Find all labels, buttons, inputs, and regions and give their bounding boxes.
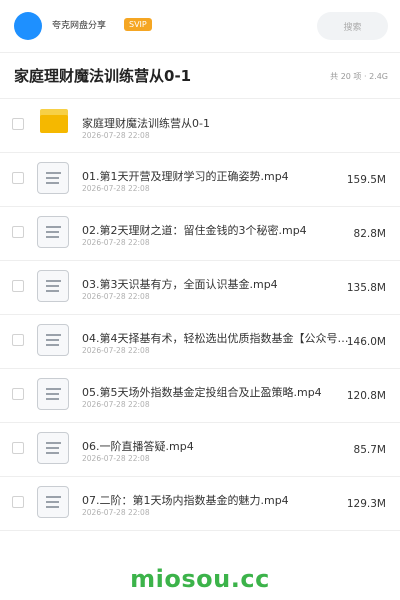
file-row[interactable]: 05.第5天场外指数基金定投组合及止盈策略.mp4 2026-07-28 22:0… (0, 369, 400, 423)
file-size: 135.8M (346, 282, 386, 294)
document-icon (37, 162, 69, 194)
file-name[interactable]: 02.第2天理财之道：留住金钱的3个秘密.mp4 (82, 222, 350, 238)
file-date: 2026-07-28 22:08 (82, 292, 150, 301)
file-name[interactable]: 01.第1天开营及理财学习的正确姿势.mp4 (82, 168, 350, 184)
file-list: 家庭理财魔法训练营从0-1 2026-07-28 22:08 01.第1天开营及理财… (0, 99, 400, 531)
file-date: 2026-07-28 22:08 (82, 508, 150, 517)
file-size: 146.0M (346, 336, 386, 348)
file-date: 2026-07-28 22:08 (82, 400, 150, 409)
row-checkbox[interactable] (12, 172, 24, 184)
file-date: 2026-07-28 22:08 (82, 346, 150, 355)
row-checkbox[interactable] (12, 226, 24, 238)
file-row[interactable]: 03.第3天识基有方，全面认识基金.mp4 2026-07-28 22:08 135… (0, 261, 400, 315)
folder-row[interactable]: 家庭理财魔法训练营从0-1 2026-07-28 22:08 (0, 99, 400, 153)
file-size: 129.3M (346, 498, 386, 510)
row-checkbox[interactable] (12, 118, 24, 130)
file-size: 120.8M (346, 390, 386, 402)
file-date: 2026-07-28 22:08 (82, 454, 150, 463)
folder-header: 家庭理财魔法训练营从0-1 共 20 项 · 2.4G (0, 53, 400, 99)
page-title: 家庭理财魔法训练营从0-1 (14, 67, 192, 85)
file-row[interactable]: 04.第4天择基有术，轻松选出优质指数基金【公众号：微微有2026-07-28 … (0, 315, 400, 369)
search-input[interactable]: 搜索 (317, 12, 388, 40)
file-name[interactable]: 07.二阶：第1天场内指数基金的魅力.mp4 (82, 492, 350, 508)
file-size: 159.5M (346, 174, 386, 186)
file-name[interactable]: 05.第5天场外指数基金定投组合及止盈策略.mp4 (82, 384, 350, 400)
file-name[interactable]: 04.第4天择基有术，轻松选出优质指数基金【公众号：微微有 (82, 330, 350, 346)
file-date: 2026-07-28 22:08 (82, 184, 150, 193)
svip-badge: SVIP (124, 18, 152, 31)
folder-icon (40, 109, 68, 133)
search-placeholder: 搜索 (343, 23, 362, 33)
avatar[interactable] (14, 12, 42, 40)
folder-meta: 共 20 项 · 2.4G (330, 72, 388, 81)
row-checkbox[interactable] (12, 388, 24, 400)
file-name[interactable]: 家庭理财魔法训练营从0-1 (82, 115, 350, 131)
row-checkbox[interactable] (12, 280, 24, 292)
share-owner-name: 夸克网盘分享 (52, 21, 107, 31)
file-row[interactable]: 02.第2天理财之道：留住金钱的3个秘密.mp4 2026-07-28 22:08… (0, 207, 400, 261)
document-icon (37, 216, 69, 248)
document-icon (37, 432, 69, 464)
row-checkbox[interactable] (12, 496, 24, 508)
file-row[interactable]: 07.二阶：第1天场内指数基金的魅力.mp4 2026-07-28 22:08 12… (0, 477, 400, 531)
file-name[interactable]: 03.第3天识基有方，全面认识基金.mp4 (82, 276, 350, 292)
document-icon (37, 324, 69, 356)
file-size: 82.8M (353, 228, 386, 240)
row-checkbox[interactable] (12, 442, 24, 454)
file-size: 85.7M (353, 444, 386, 456)
file-name[interactable]: 06.一阶直播答疑.mp4 (82, 438, 350, 454)
file-row[interactable]: 06.一阶直播答疑.mp4 2026-07-28 22:08 85.7M (0, 423, 400, 477)
document-icon (37, 378, 69, 410)
row-checkbox[interactable] (12, 334, 24, 346)
file-date: 2026-07-28 22:08 (82, 131, 150, 140)
file-row[interactable]: 01.第1天开营及理财学习的正确姿势.mp4 2026-07-28 22:08 15… (0, 153, 400, 207)
document-icon (37, 270, 69, 302)
top-bar: 夸克网盘分享 SVIP 搜索 (0, 0, 400, 53)
document-icon (37, 486, 69, 518)
file-date: 2026-07-28 22:08 (82, 238, 150, 247)
watermark-text: miosou.cc (130, 565, 270, 593)
